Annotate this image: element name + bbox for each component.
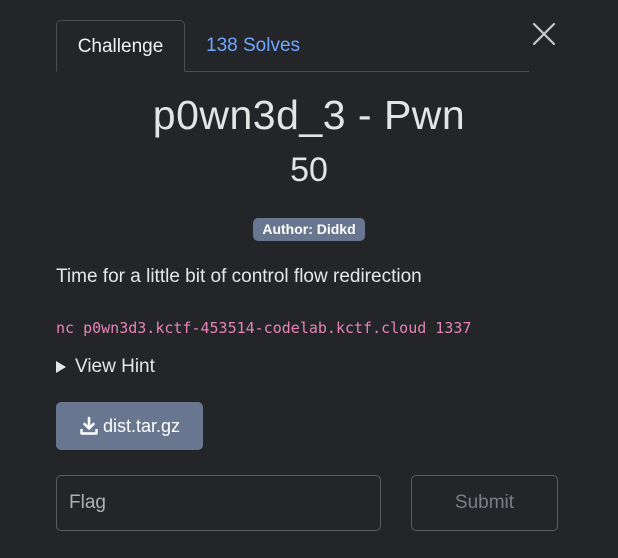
flag-input[interactable] <box>56 475 381 531</box>
view-hint-toggle[interactable]: View Hint <box>56 356 155 378</box>
submit-button[interactable]: Submit <box>411 475 558 531</box>
tab-solves[interactable]: 138 Solves <box>206 20 300 71</box>
close-button[interactable] <box>530 20 558 48</box>
challenge-title: p0wn3d_3 - Pwn <box>152 92 466 138</box>
download-file-label: dist.tar.gz <box>102 415 181 436</box>
challenge-points: 50 <box>290 151 328 189</box>
challenge-description: Time for a little bit of control flow re… <box>56 266 422 287</box>
download-file-button[interactable]: dist.tar.gz <box>56 402 203 450</box>
close-icon <box>532 22 556 46</box>
tab-challenge[interactable]: Challenge <box>56 20 185 72</box>
tab-bar: Challenge 138 Solves <box>56 20 529 72</box>
author-badge-wrap: Author: Didkd <box>0 218 618 241</box>
caret-right-icon <box>56 361 66 373</box>
author-badge: Author: Didkd <box>253 218 365 241</box>
connection-command: nc p0wn3d3.kctf-453514-codelab.kctf.clou… <box>56 319 472 337</box>
challenge-modal: Challenge 138 Solves p0wn3d_3 - Pwn 50 A… <box>0 0 618 558</box>
view-hint-label: View Hint <box>75 356 155 377</box>
download-icon <box>80 416 98 435</box>
